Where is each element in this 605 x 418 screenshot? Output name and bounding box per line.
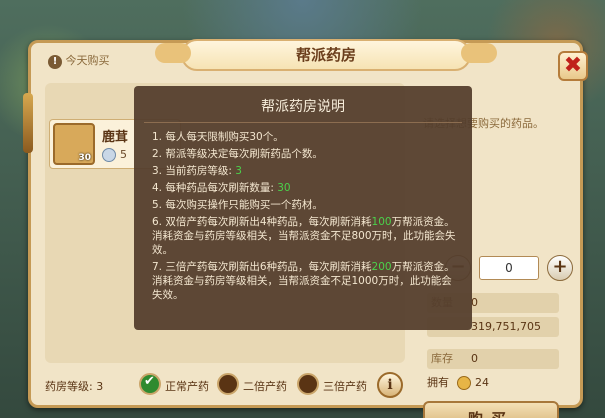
silver-coin-icon bbox=[102, 148, 116, 162]
rule-highlight: 3 bbox=[235, 165, 242, 177]
rule-item: 7. 三倍产药每次刷新出6种药品，每次刷新消耗200万帮派资金。消耗资金与药房等… bbox=[152, 261, 455, 301]
pharmacy-level-label: 药房等级: 3 bbox=[45, 380, 104, 393]
rule-highlight: 200 bbox=[371, 261, 392, 273]
quantity-input[interactable]: 0 bbox=[479, 256, 539, 280]
rule-item: 2. 帮派等级决定每次刷新药品个数。 bbox=[152, 148, 323, 160]
rule-item: 1. 每人每天限制购买30个。 bbox=[152, 131, 284, 143]
close-button[interactable]: ✖ bbox=[558, 51, 588, 81]
triple-production-radio[interactable] bbox=[297, 373, 319, 395]
normal-production-radio[interactable] bbox=[139, 373, 161, 395]
antler-item-icon: 30 bbox=[53, 123, 95, 165]
stock-info-label: 库存 bbox=[431, 352, 453, 365]
notice-row: ! 今天购买 bbox=[48, 52, 110, 69]
stock-info-row: 库存 0 bbox=[427, 349, 559, 369]
rule-item: 4. 每种药品每次刷新数量: 30 bbox=[152, 182, 291, 194]
item-price: 5 bbox=[120, 148, 127, 161]
exclamation-icon: ! bbox=[48, 55, 62, 69]
rule-item: 6. 双倍产药每次刷新出4种药品，每次刷新消耗100万帮派资金。消耗资金与药房等… bbox=[152, 216, 456, 256]
popup-title: 帮派药房说明 bbox=[261, 99, 345, 115]
bottom-bar: 药房等级: 3 正常产药 二倍产药 三倍产药 i bbox=[45, 369, 405, 401]
funds-info-value: 319,751,705 bbox=[471, 320, 541, 333]
increase-button[interactable]: + bbox=[547, 255, 573, 281]
info-button[interactable]: i bbox=[377, 372, 403, 398]
owned-row: 拥有 24 bbox=[427, 373, 559, 393]
window-title: 帮派药房 bbox=[295, 46, 356, 64]
quantity-info-value: 0 bbox=[471, 296, 478, 309]
notice-text: 今天购买 bbox=[65, 54, 110, 67]
rule-item: 3. 当前药房等级: 3 bbox=[152, 165, 242, 177]
double-production-label: 二倍产药 bbox=[243, 380, 287, 393]
gold-coin-icon bbox=[457, 376, 471, 390]
popup-divider bbox=[144, 122, 462, 123]
normal-production-label: 正常产药 bbox=[165, 380, 209, 393]
triple-production-label: 三倍产药 bbox=[323, 380, 367, 393]
pharmacy-info-popup: 帮派药房说明 1. 每人每天限制购买30个。 2. 帮派等级决定每次刷新药品个数… bbox=[134, 86, 472, 330]
owned-label: 拥有 bbox=[427, 376, 449, 389]
banner-wing-right bbox=[461, 43, 497, 63]
rule-item: 5. 每次购买操作只能购买一个药材。 bbox=[152, 199, 323, 211]
double-production-radio[interactable] bbox=[217, 373, 239, 395]
rule-highlight: 100 bbox=[371, 216, 392, 228]
tassel-decoration bbox=[23, 93, 33, 153]
rule-highlight: 30 bbox=[277, 182, 291, 194]
banner-wing-left bbox=[155, 43, 191, 63]
owned-value: 24 bbox=[475, 376, 489, 389]
stock-info-value: 0 bbox=[471, 352, 478, 365]
window-title-banner: 帮派药房 bbox=[155, 39, 497, 71]
item-quantity: 30 bbox=[78, 153, 91, 163]
rules-list: 1. 每人每天限制购买30个。 2. 帮派等级决定每次刷新药品个数。 3. 当前… bbox=[152, 130, 457, 305]
item-name: 鹿茸 bbox=[102, 130, 129, 145]
buy-button[interactable]: 购买 bbox=[423, 401, 559, 418]
